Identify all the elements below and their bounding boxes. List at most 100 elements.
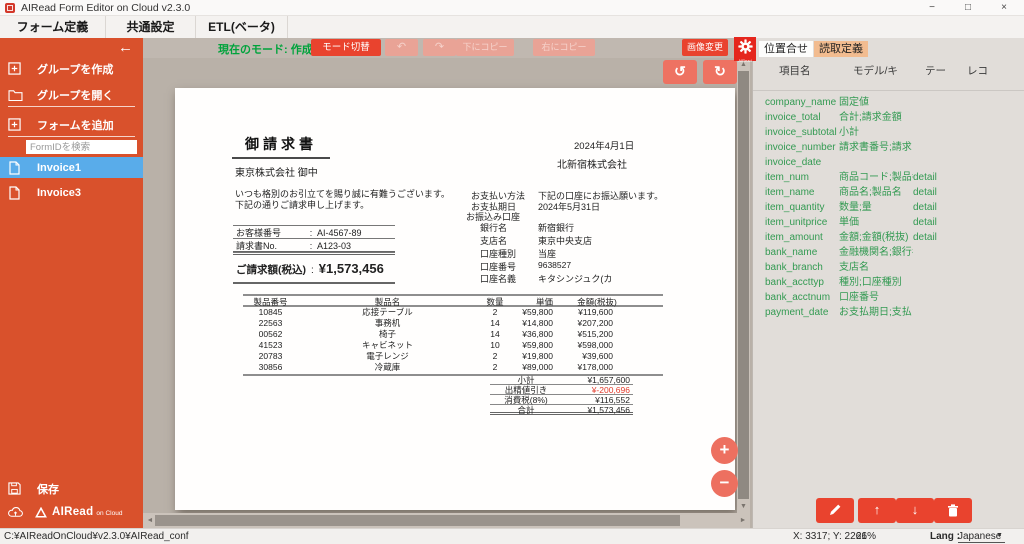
field-model: 金融機関名;銀行名 xyxy=(839,247,913,258)
document-page[interactable]: 御請求書 2024年4月1日 北新宿株式会社 東京株式会社 御中 いつも格別のお… xyxy=(175,88,735,510)
table-row: 10845 応接テーブル 2 ¥59,800 ¥119,600 xyxy=(243,307,663,318)
field-model: 商品名;製品名 xyxy=(839,187,902,198)
total-label: ご請求額(税込) xyxy=(236,264,306,276)
field-name: item_amount xyxy=(765,232,823,243)
invoice-title: 御請求書 xyxy=(232,134,330,159)
cell: 2 xyxy=(492,351,498,361)
cell: ¥119,600 xyxy=(578,307,613,317)
lang-label: Lang : xyxy=(930,531,960,542)
field-row[interactable]: item_quantity 数量;量 detail xyxy=(753,200,1024,215)
maximize-button[interactable]: □ xyxy=(950,0,986,16)
cell: 10845 xyxy=(258,307,283,317)
zoom-in-button[interactable]: + xyxy=(711,437,738,464)
field-row[interactable]: bank_acctnum 口座番号 xyxy=(753,290,1024,305)
summary-value-discount: ¥-200,696 xyxy=(591,385,630,395)
field-row[interactable]: item_unitprice 単価 detail xyxy=(753,215,1024,230)
create-group-button[interactable]: グループを作成 xyxy=(0,58,143,79)
field-row[interactable]: item_num 商品コード;製品番号detail xyxy=(753,170,1024,185)
field-model xyxy=(839,155,913,170)
field-detail-link[interactable]: detail xyxy=(913,200,937,215)
table-row: 20783 電子レンジ 2 ¥19,800 ¥39,600 xyxy=(243,351,663,362)
pay-label: 銀行名 xyxy=(480,223,508,233)
logo-brand-text: AIRead xyxy=(52,506,94,518)
scroll-down-icon[interactable]: ▼ xyxy=(737,500,750,513)
delete-field-button[interactable] xyxy=(934,498,972,523)
field-row[interactable]: invoice_date xyxy=(753,155,1024,170)
tab-common-settings[interactable]: 共通設定 xyxy=(106,16,196,38)
horizontal-scrollbar-thumb[interactable] xyxy=(155,515,680,526)
cell: 10 xyxy=(490,340,500,350)
rotate-right-button[interactable]: ↻ xyxy=(703,60,737,84)
edit-field-button[interactable] xyxy=(816,498,854,523)
move-field-up-button[interactable]: ↑ xyxy=(858,498,896,523)
field-detail-link[interactable]: detail xyxy=(913,215,937,230)
invoice-greeting: 下記の通りご請求申し上げます。 xyxy=(235,200,370,210)
folder-open-icon xyxy=(8,89,24,101)
undo-button[interactable]: ↶ xyxy=(385,39,418,56)
cell: 00562 xyxy=(258,329,283,339)
redo-button[interactable]: ↷ xyxy=(423,39,456,56)
image-change-button[interactable]: 画像変更 xyxy=(682,39,728,56)
field-row[interactable]: invoice_number 請求書番号;請求 xyxy=(753,140,1024,155)
cell: ¥207,200 xyxy=(577,318,613,328)
field-row[interactable]: item_amount 金額;金額(税抜) detail xyxy=(753,230,1024,245)
settings-button[interactable]: AIRead xyxy=(734,37,756,63)
sidebar-divider xyxy=(8,106,135,107)
summary-label: 合計 xyxy=(517,405,535,415)
field-detail-link[interactable]: detail xyxy=(913,230,937,245)
move-field-down-button[interactable]: ↓ xyxy=(896,498,934,523)
field-model: 支店名 xyxy=(839,262,869,273)
field-row[interactable]: bank_branch 支店名 xyxy=(753,260,1024,275)
open-group-button[interactable]: グループを開く xyxy=(0,84,143,105)
caret-down-icon[interactable]: ▼ xyxy=(996,532,1003,539)
field-detail-link[interactable]: detail xyxy=(913,185,937,200)
cell: 椅子 xyxy=(378,329,396,339)
field-row[interactable]: item_name 商品名;製品名 detail xyxy=(753,185,1024,200)
field-name: invoice_number xyxy=(765,142,836,153)
title-bar: AIRead Form Editor on Cloud v2.3.0 − □ × xyxy=(0,0,1024,16)
summary-value: ¥1,573,456 xyxy=(587,405,630,415)
rotate-left-button[interactable]: ↺ xyxy=(663,60,697,84)
cell: 2 xyxy=(492,307,498,317)
sidebar-item-invoice3[interactable]: Invoice3 xyxy=(0,182,143,203)
sidebar-item-invoice1[interactable]: Invoice1 xyxy=(0,157,143,178)
add-form-button[interactable]: フォームを追加 xyxy=(0,114,143,135)
tab-position-align[interactable]: 位置合せ xyxy=(759,41,813,57)
field-detail-link[interactable]: detail xyxy=(913,170,937,185)
field-row[interactable]: invoice_subtotal 小計 xyxy=(753,125,1024,140)
field-row[interactable]: bank_accttyp 種別;口座種別 xyxy=(753,275,1024,290)
tab-read-definition[interactable]: 読取定義 xyxy=(814,41,868,57)
col-header: 製品名 xyxy=(374,297,401,307)
save-button[interactable]: 保存 xyxy=(0,478,143,499)
field-row[interactable]: invoice_total 合計;請求金額 xyxy=(753,110,1024,125)
field-row[interactable]: bank_name 金融機関名;銀行名 xyxy=(753,245,1024,260)
field-name: item_name xyxy=(765,187,815,198)
tab-form-definition[interactable]: フォーム定義 xyxy=(0,16,106,38)
tab-etl-beta[interactable]: ETL(ベータ) xyxy=(196,16,288,38)
copy-right-button[interactable]: 右にコピー xyxy=(533,39,595,56)
field-name: item_num xyxy=(765,172,809,183)
field-row[interactable]: payment_date お支払期日;支払い xyxy=(753,305,1024,320)
vertical-scrollbar[interactable]: ▲ ▼ xyxy=(737,58,750,513)
scroll-right-icon[interactable]: ► xyxy=(737,513,749,528)
cell: ¥515,200 xyxy=(577,329,613,339)
app-logo-icon xyxy=(5,2,15,13)
horizontal-scrollbar[interactable]: ◄ ► xyxy=(143,513,750,528)
vertical-scrollbar-thumb[interactable] xyxy=(738,71,749,499)
formid-search-input[interactable] xyxy=(26,140,137,154)
field-model: 固定値 xyxy=(839,97,869,108)
zoom-out-button[interactable]: − xyxy=(711,470,738,497)
collapse-sidebar-icon[interactable]: ← xyxy=(118,39,133,56)
cloud-upload-icon xyxy=(8,506,24,518)
pay-value: 9638527 xyxy=(538,260,572,270)
minimize-button[interactable]: − xyxy=(914,0,950,16)
separator: : xyxy=(311,265,314,276)
cell: 電子レンジ xyxy=(366,351,409,361)
mode-switch-button[interactable]: モード切替 xyxy=(311,39,381,56)
field-row[interactable]: company_name 固定値 xyxy=(753,95,1024,110)
cell: ¥59,800 xyxy=(522,307,553,317)
close-button[interactable]: × xyxy=(986,0,1022,16)
copy-down-button[interactable]: 下にコピー xyxy=(456,39,514,56)
table-row: 30856 冷蔵庫 2 ¥89,000 ¥178,000 xyxy=(243,362,663,373)
field-name: payment_date xyxy=(765,307,829,318)
